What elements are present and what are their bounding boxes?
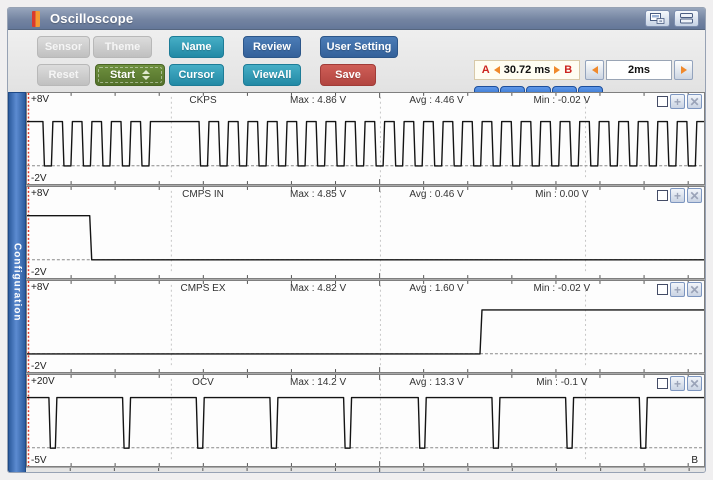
channel-panel-cmps-ex: +8V -2V CMPS EX Max : 4.82 V Avg : 1.60 … [26,280,705,373]
button-label: User Setting [326,41,392,53]
channel-name: CMPS EX [180,283,226,294]
range-right-arrow-icon [554,66,561,74]
toolbar: Sensor Theme Name Review User Setting Reset St… [8,30,705,107]
channel-min-value: Min : 0.00 V [535,189,589,200]
start-spinner-icon[interactable] [142,70,151,80]
channel-controls: + ✕ [657,282,702,297]
channel-zoom-icon[interactable]: + [670,282,685,297]
sensor-button[interactable]: Sensor [37,36,90,58]
channel-avg-value: Avg : 1.60 V [409,283,464,294]
waveform-plot [27,93,704,184]
channel-min-value: Min : -0.1 V [536,377,588,388]
voltage-bottom-label: -2V [31,173,47,184]
channel-close-icon[interactable]: ✕ [687,188,702,203]
timebase-increase-button[interactable] [674,60,693,80]
range-left-arrow-icon [493,66,500,74]
channel-max-value: Max : 4.82 V [290,283,347,294]
channel-close-icon[interactable]: ✕ [687,376,702,391]
button-label: Save [335,69,361,81]
button-label: Start [109,69,136,81]
user-setting-button[interactable]: User Setting [320,36,398,58]
channel-name: CKPS [189,95,217,106]
button-label: ViewAll [252,69,292,81]
channel-max-value: Max : 14.2 V [290,377,347,388]
range-value: 30.72 ms [503,64,551,76]
left-arrow-icon [591,66,598,74]
voltage-top-label: +8V [31,188,50,199]
titlebar-buttons [645,10,699,27]
channel-avg-value: Avg : 4.46 V [409,95,464,106]
marker-a-label: A [481,64,490,76]
capture-icon[interactable] [645,10,670,27]
button-label: Review [253,41,291,53]
waveform-plot [27,375,704,466]
channel-max-value: Max : 4.85 V [290,189,347,200]
toolbar-buttons: Sensor Theme Name Review User Setting Reset St… [37,36,398,92]
viewall-button[interactable]: ViewAll [243,64,301,86]
channel-zoom-icon[interactable]: + [670,94,685,109]
channel-zoom-icon[interactable]: + [670,188,685,203]
ab-range-box[interactable]: A 30.72 ms B [474,60,580,80]
channel-min-value: Min : -0.02 V [533,95,591,106]
button-label: Name [181,41,212,53]
desktop: Oscilloscope Sensor Theme Name Review User S… [0,0,713,480]
right-arrow-icon [680,66,687,74]
channel-close-icon[interactable]: ✕ [687,94,702,109]
channel-checkbox[interactable] [657,96,668,107]
voltage-top-label: +8V [31,94,50,105]
channel-avg-value: Avg : 13.3 V [409,377,464,388]
oscilloscope-window: Oscilloscope Sensor Theme Name Review User S… [7,7,706,473]
menu-icon[interactable] [674,10,699,27]
channel-panel-cmps-in: +8V -2V CMPS IN Max : 4.85 V Avg : 0.46 … [26,186,705,279]
channel-stack: +8V -2V CKPS Max : 4.86 V Avg : 4.46 V M… [26,92,705,472]
waveform-plot [27,187,704,278]
bottom-time-axis [26,468,705,472]
voltage-top-label: +20V [31,376,55,387]
reset-button[interactable]: Reset [37,64,90,86]
channel-panel-ocv: +20V -5V OCV Max : 14.2 V Avg : 13.3 V M… [26,374,705,467]
window-title: Oscilloscope [50,11,134,26]
channel-controls: + ✕ [657,94,702,109]
voltage-bottom-label: -2V [31,267,47,278]
save-button[interactable]: Save [320,64,376,86]
button-label: Reset [48,69,79,81]
configuration-tab[interactable]: Configuration [8,92,26,472]
cursor-button[interactable]: Cursor [169,64,224,86]
channel-name: CMPS IN [182,189,224,200]
channel-checkbox[interactable] [657,378,668,389]
channel-name: OCV [192,377,214,388]
button-label: Theme [104,41,141,53]
theme-button[interactable]: Theme [93,36,152,58]
review-button[interactable]: Review [243,36,301,58]
name-button[interactable]: Name [169,36,224,58]
voltage-top-label: +8V [31,282,50,293]
configuration-tab-label: Configuration [11,243,23,322]
button-label: Cursor [178,69,215,81]
channel-controls: + ✕ [657,188,702,203]
channel-panel-ckps: +8V -2V CKPS Max : 4.86 V Avg : 4.46 V M… [26,92,705,185]
timebase-value[interactable]: 2ms [606,60,672,80]
button-label: Sensor [44,41,83,53]
voltage-bottom-label: -5V [31,455,47,466]
titlebar: Oscilloscope [8,8,705,30]
channel-checkbox[interactable] [657,190,668,201]
marker-b-label: B [564,64,573,76]
marker-b-bottom-label: B [691,455,698,466]
channel-avg-value: Avg : 0.46 V [409,189,464,200]
voltage-bottom-label: -2V [31,361,47,372]
channel-close-icon[interactable]: ✕ [687,282,702,297]
waveform-plot [27,281,704,372]
channel-checkbox[interactable] [657,284,668,295]
channel-max-value: Max : 4.86 V [290,95,347,106]
channel-min-value: Min : -0.02 V [533,283,591,294]
scope-content: Configuration +8V -2V CKPS Max : 4.86 V … [8,92,705,472]
channel-controls: + ✕ [657,376,702,391]
app-icon [32,11,40,27]
timebase-decrease-button[interactable] [585,60,604,80]
start-button[interactable]: Start [95,64,165,86]
channel-zoom-icon[interactable]: + [670,376,685,391]
